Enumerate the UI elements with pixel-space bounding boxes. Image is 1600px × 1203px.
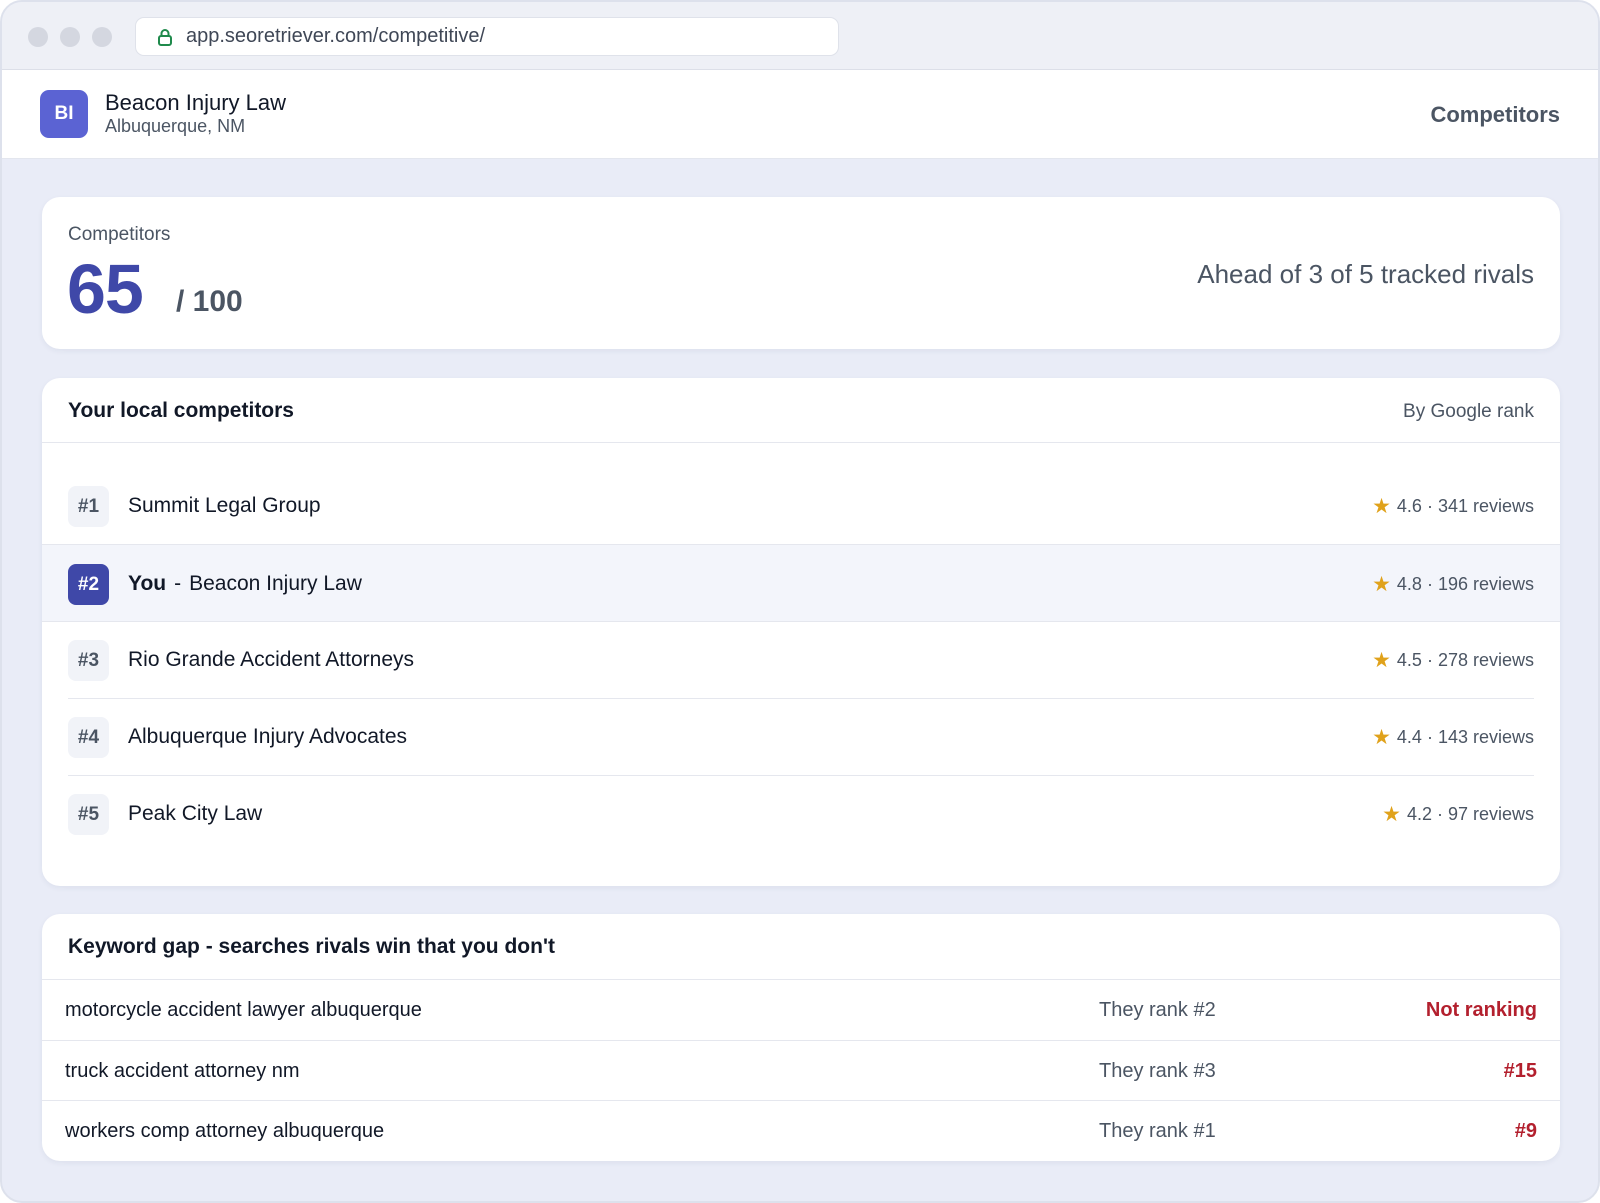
competitor-row[interactable]: #1 Summit Legal Group ★ 4.6 · 341 review… — [42, 467, 1560, 545]
rival-rank: They rank #2 — [1099, 999, 1216, 1021]
competitor-row[interactable]: #4 Albuquerque Injury Advocates ★ 4.4 · … — [42, 698, 1560, 776]
your-rank: Not ranking — [1425, 999, 1537, 1021]
keyword-gap-header: Keyword gap - searches rivals win that y… — [42, 914, 1560, 980]
competitor-stats: ★ 4.5 · 278 reviews — [1372, 650, 1534, 671]
star-icon: ★ — [1372, 726, 1391, 749]
rank-badge: #2 — [68, 564, 109, 605]
close-dot[interactable] — [28, 27, 48, 47]
rating-reviews: 4.5 · 278 reviews — [1396, 650, 1534, 670]
url-text: app.seoretriever.com/competitive/ — [186, 25, 486, 47]
competitors-card: Your local competitors By Google rank #1… — [42, 378, 1560, 886]
rank-badge: #3 — [68, 640, 109, 681]
rival-rank: They rank #1 — [1099, 1120, 1216, 1142]
competitor-stats: ★ 4.6 · 341 reviews — [1372, 496, 1534, 517]
rank-badge: #1 — [68, 486, 109, 527]
rating-reviews: 4.4 · 143 reviews — [1396, 727, 1534, 747]
keyword-gap-title: Keyword gap - searches rivals win that y… — [68, 935, 555, 958]
score-summary: Ahead of 3 of 5 tracked rivals — [1197, 259, 1534, 289]
star-icon: ★ — [1372, 649, 1391, 672]
competitor-name: Summit Legal Group — [128, 494, 321, 517]
competitor-row-you[interactable]: #2 You - Beacon Injury Law ★ 4.8 · 196 rev… — [42, 544, 1560, 622]
keyword-term: workers comp attorney albuquerque — [65, 1120, 385, 1142]
competitor-row[interactable]: #3 Rio Grande Accident Attorneys ★ 4.5 ·… — [42, 621, 1560, 699]
competitor-name: Rio Grande Accident Attorneys — [128, 648, 414, 671]
window-controls — [28, 27, 112, 47]
your-rank: #15 — [1503, 1060, 1537, 1082]
rank-badge: #4 — [68, 717, 109, 758]
business-name: Beacon Injury Law — [105, 90, 286, 115]
you-label: You — [128, 572, 167, 595]
keyword-gap-card: Keyword gap - searches rivals win that y… — [42, 914, 1560, 1161]
maximize-dot[interactable] — [92, 27, 112, 47]
competitor-name: You - Beacon Injury Law — [128, 572, 362, 596]
nav-competitors[interactable]: Competitors — [1430, 102, 1560, 128]
keyword-row[interactable]: motorcycle accident lawyer albuquerque T… — [42, 980, 1560, 1041]
own-business-name: Beacon Injury Law — [189, 572, 362, 595]
competitors-title: Your local competitors — [68, 399, 294, 422]
rival-rank: They rank #3 — [1099, 1060, 1216, 1082]
score-max: / 100 — [176, 285, 243, 318]
star-icon: ★ — [1372, 573, 1391, 596]
your-rank: #9 — [1514, 1120, 1537, 1142]
keyword-term: truck accident attorney nm — [65, 1060, 300, 1082]
business-location: Albuquerque, NM — [105, 116, 246, 136]
competitor-name: Albuquerque Injury Advocates — [128, 725, 408, 748]
rank-badge: #5 — [68, 794, 109, 835]
app-header: BI Beacon Injury Law Albuquerque, NM Com… — [2, 70, 1598, 159]
competitors-header: Your local competitors By Google rank — [42, 378, 1560, 443]
score-card: Competitors 65 / 100 Ahead of 3 of 5 tra… — [42, 197, 1560, 349]
competitor-stats: ★ 4.8 · 196 reviews — [1372, 574, 1534, 595]
competitor-stats: ★ 4.2 · 97 reviews — [1382, 804, 1534, 825]
keyword-term: motorcycle accident lawyer albuquerque — [65, 999, 422, 1021]
keyword-row[interactable]: workers comp attorney albuquerque They r… — [42, 1100, 1560, 1161]
star-icon: ★ — [1382, 803, 1401, 826]
sort-label[interactable]: By Google rank — [1403, 401, 1534, 423]
competitor-name: Peak City Law — [128, 802, 263, 825]
address-bar[interactable]: app.seoretriever.com/competitive/ — [135, 17, 839, 56]
minimize-dot[interactable] — [60, 27, 80, 47]
competitor-row[interactable]: #5 Peak City Law ★ 4.2 · 97 reviews — [42, 775, 1560, 853]
keyword-row[interactable]: truck accident attorney nm They rank #3 … — [42, 1040, 1560, 1101]
business-avatar: BI — [40, 90, 88, 138]
rating-reviews: 4.6 · 341 reviews — [1396, 496, 1534, 516]
name-separator: - — [174, 572, 182, 595]
lock-icon — [156, 27, 174, 47]
rating-reviews: 4.2 · 97 reviews — [1406, 804, 1534, 824]
competitor-stats: ★ 4.4 · 143 reviews — [1372, 727, 1534, 748]
rating-reviews: 4.8 · 196 reviews — [1396, 574, 1534, 594]
score-value: 65 — [67, 250, 144, 328]
browser-window: app.seoretriever.com/competitive/ BI Bea… — [0, 0, 1600, 1203]
score-label: Competitors — [68, 224, 171, 245]
browser-chrome: app.seoretriever.com/competitive/ — [2, 2, 1598, 70]
star-icon: ★ — [1372, 495, 1391, 518]
